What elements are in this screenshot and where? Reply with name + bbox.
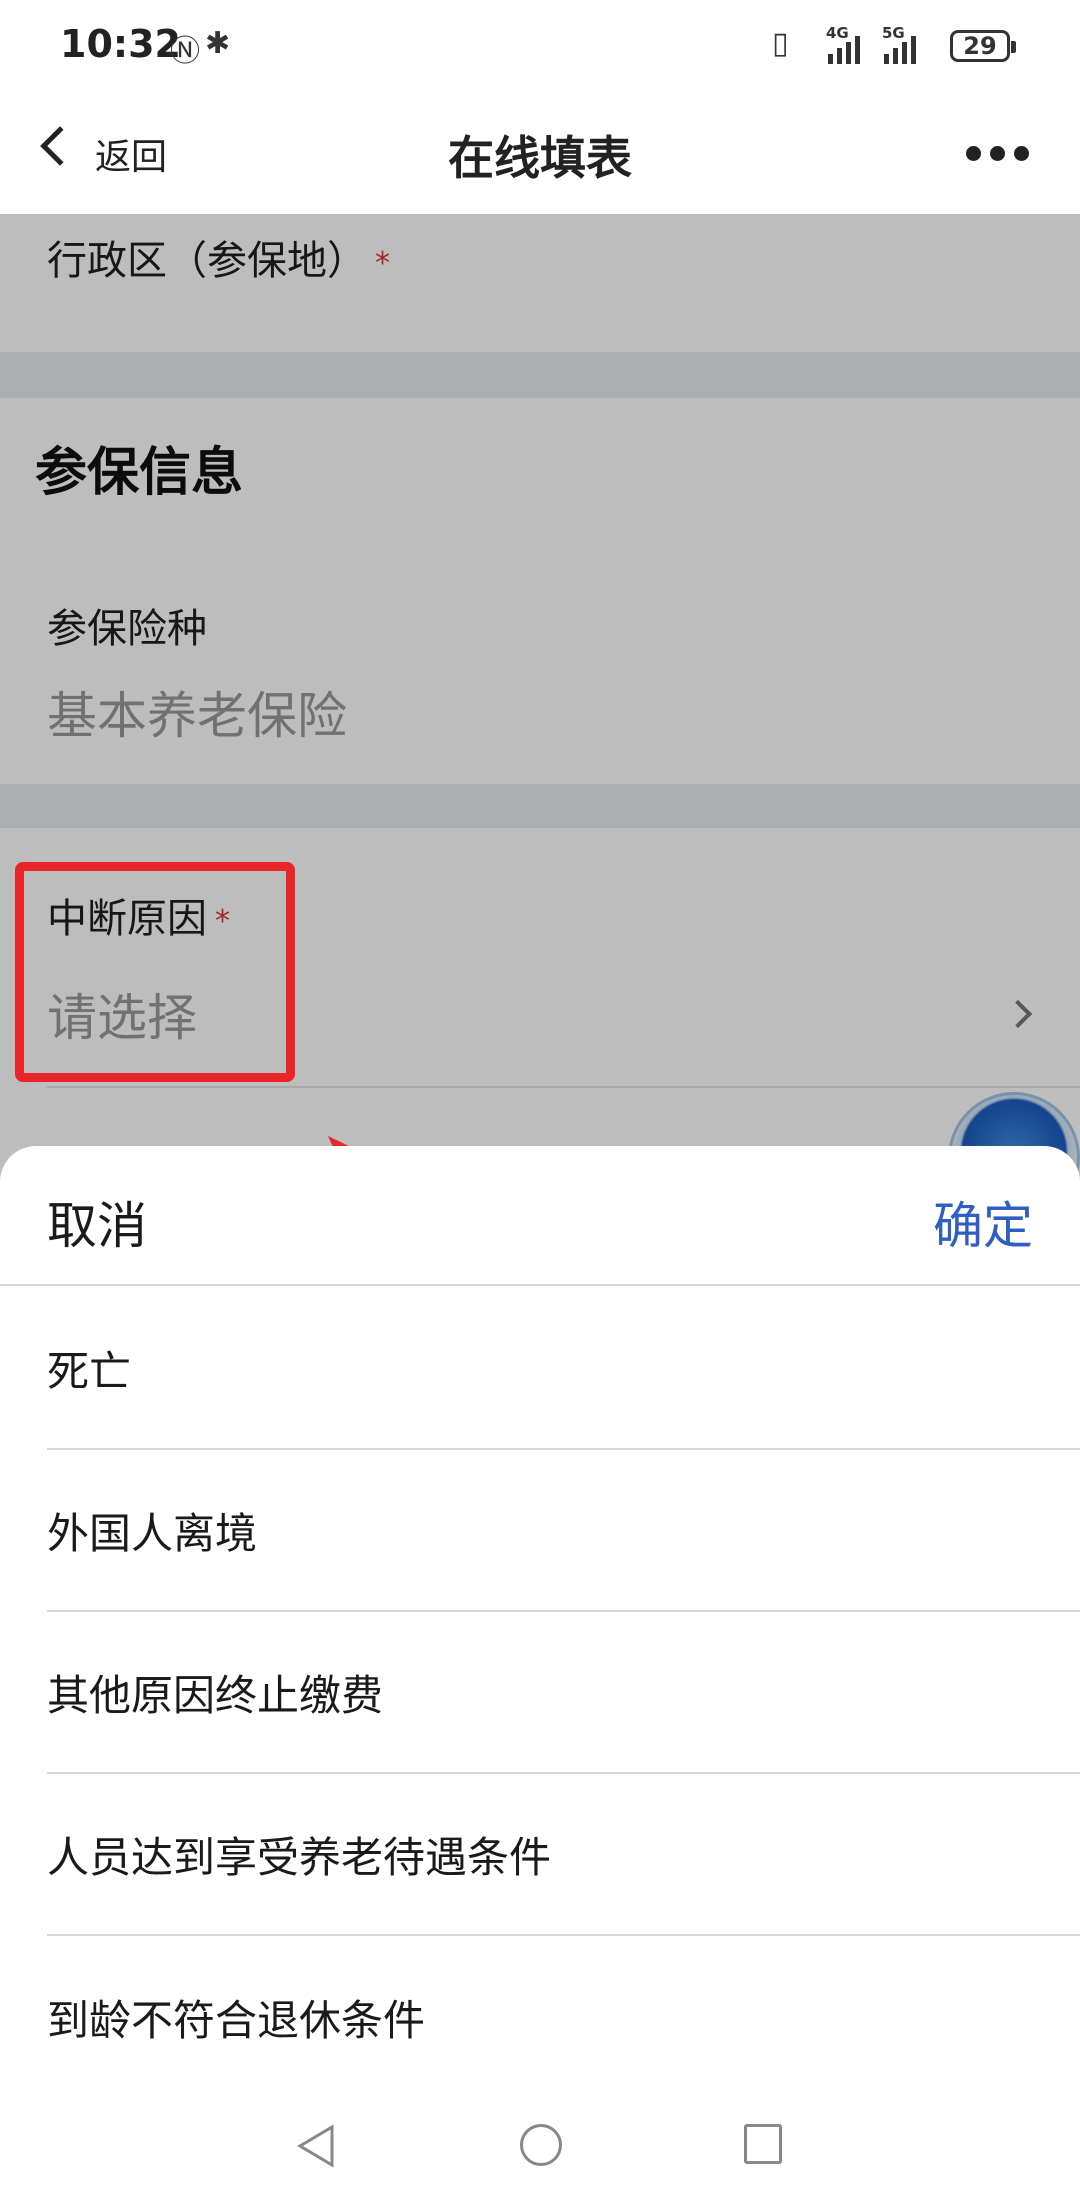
system-home-icon[interactable] (520, 2124, 562, 2166)
confirm-button[interactable]: 确定 (933, 1186, 1033, 1258)
picker-option[interactable]: 死亡 (47, 1288, 1080, 1450)
picker-sheet: 取消 确定 死亡 外国人离境 其他原因终止缴费 人员达到享受养老待遇条件 到龄不… (0, 1146, 1080, 2088)
system-back-icon[interactable] (296, 2124, 336, 2168)
picker-option[interactable]: 到龄不符合退休条件 (47, 1936, 1080, 2098)
picker-option[interactable]: 外国人离境 (47, 1450, 1080, 1612)
picker-header: 取消 确定 (0, 1146, 1080, 1286)
picker-option[interactable]: 人员达到享受养老待遇条件 (47, 1774, 1080, 1936)
cancel-button[interactable]: 取消 (47, 1186, 147, 1258)
system-recents-icon[interactable] (744, 2124, 782, 2164)
system-nav-bar (0, 2088, 1080, 2204)
picker-option[interactable]: 其他原因终止缴费 (47, 1612, 1080, 1774)
